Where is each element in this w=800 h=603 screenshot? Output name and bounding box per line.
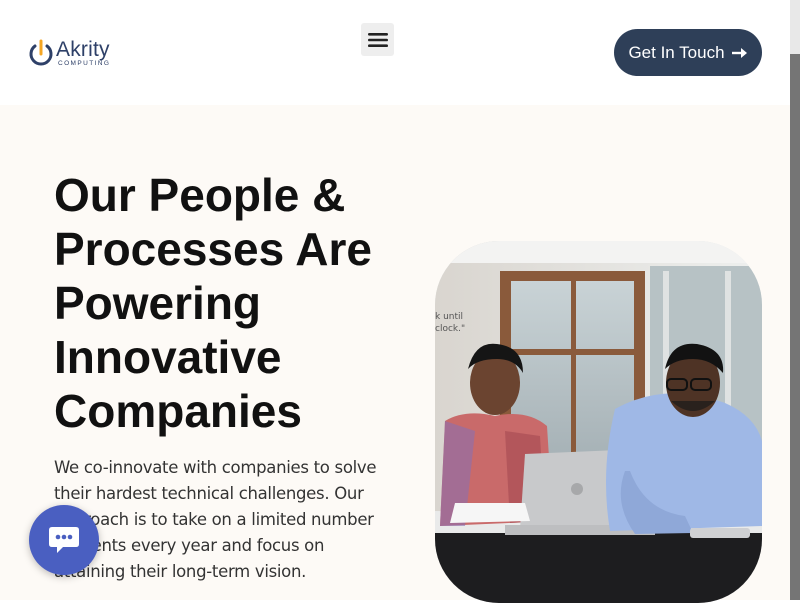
power-logo-icon: [29, 39, 53, 66]
arrow-right-icon: [731, 47, 747, 58]
brand-tagline: COMPUTING: [58, 59, 111, 67]
chat-bubble-icon: [49, 527, 79, 553]
wall-text-line1: k until: [435, 312, 463, 322]
team-photo-illustration: k until clock.": [435, 241, 762, 603]
hero-description: We co-innovate with companies to solve t…: [54, 458, 377, 581]
cta-label: Get In Touch: [628, 42, 725, 62]
brand-name: Akrity: [56, 37, 110, 61]
brand-logo[interactable]: Akrity COMPUTING: [28, 38, 110, 68]
hamburger-icon: [367, 32, 388, 47]
menu-toggle-button[interactable]: [361, 23, 394, 56]
chat-widget-button[interactable]: [29, 505, 99, 575]
scrollbar-thumb[interactable]: [790, 54, 800, 600]
get-in-touch-button[interactable]: Get In Touch: [614, 29, 762, 76]
site-header: Akrity COMPUTING Get In Touch: [0, 0, 790, 105]
team-photo: k until clock.": [435, 241, 762, 603]
hero-heading: Our People & Processes Are Powering Inno…: [54, 169, 372, 437]
page-scrollbar[interactable]: [790, 0, 800, 600]
wall-text-line2: clock.": [435, 324, 465, 334]
